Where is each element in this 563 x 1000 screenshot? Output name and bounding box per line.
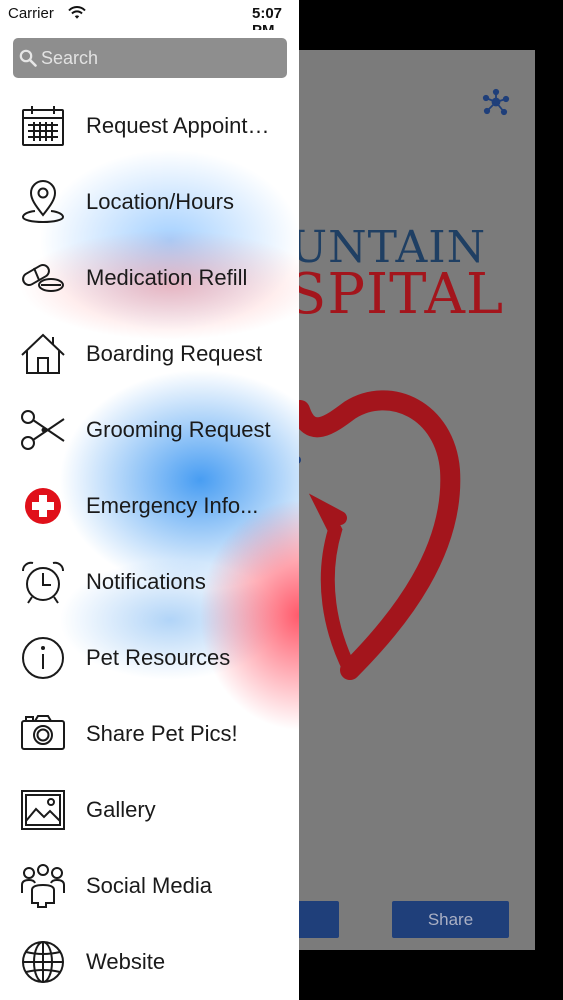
- share-button[interactable]: Share: [392, 901, 509, 938]
- menu-item-social-media[interactable]: Social Media: [0, 848, 299, 924]
- emergency-cross-icon: [25, 488, 61, 524]
- menu-item-website[interactable]: Website: [0, 924, 299, 1000]
- network-share-icon[interactable]: [482, 88, 510, 116]
- menu-item-notifications[interactable]: Notifications: [0, 544, 299, 620]
- side-drawer: Request Appointment Location/Hours: [0, 0, 299, 1000]
- people-icon: [21, 864, 65, 908]
- menu-item-label: Gallery: [86, 797, 156, 822]
- globe-icon: [22, 941, 64, 983]
- picture-icon: [21, 790, 65, 830]
- search-input[interactable]: [41, 38, 281, 78]
- menu-item-label: Emergency Info...: [86, 493, 259, 518]
- menu-item-label: Request Appointment: [86, 113, 286, 138]
- menu-item-request-appointment[interactable]: Request Appointment: [0, 88, 299, 164]
- menu-item-label: Medication Refill: [86, 265, 248, 290]
- location-pin-icon: [21, 180, 65, 224]
- house-icon: [21, 333, 65, 374]
- info-icon: [22, 637, 64, 679]
- menu-item-share-pet-pics[interactable]: Share Pet Pics!: [0, 696, 299, 772]
- menu-item-label: Share Pet Pics!: [86, 721, 238, 746]
- menu-item-emergency-info[interactable]: Emergency Info...: [0, 468, 299, 544]
- search-icon: [19, 49, 37, 67]
- menu-item-location-hours[interactable]: Location/Hours: [0, 164, 299, 240]
- menu-item-label: Website: [86, 949, 166, 974]
- search-bar[interactable]: [13, 38, 287, 78]
- menu-item-gallery[interactable]: Gallery: [0, 772, 299, 848]
- menu-item-label: Boarding Request: [86, 341, 263, 366]
- alarm-clock-icon: [22, 561, 64, 604]
- menu-list: Request Appointment Location/Hours Medic…: [0, 88, 299, 1000]
- background-title-line2: SPITAL: [288, 262, 505, 327]
- calendar-icon: [22, 106, 64, 146]
- menu-item-grooming-request[interactable]: Grooming Request: [0, 392, 299, 468]
- scissors-icon: [21, 410, 65, 450]
- menu-item-medication-refill[interactable]: Medication Refill: [0, 240, 299, 316]
- menu-item-label: Grooming Request: [86, 417, 271, 442]
- menu-item-label: Social Media: [86, 873, 212, 898]
- camera-icon: [21, 715, 65, 750]
- pills-icon: [22, 264, 64, 292]
- menu-item-boarding-request[interactable]: Boarding Request: [0, 316, 299, 392]
- menu-item-label: Pet Resources: [86, 645, 231, 670]
- menu-item-label: Location/Hours: [86, 189, 234, 214]
- menu-item-label: Notifications: [86, 569, 206, 594]
- menu-item-pet-resources[interactable]: Pet Resources: [0, 620, 299, 696]
